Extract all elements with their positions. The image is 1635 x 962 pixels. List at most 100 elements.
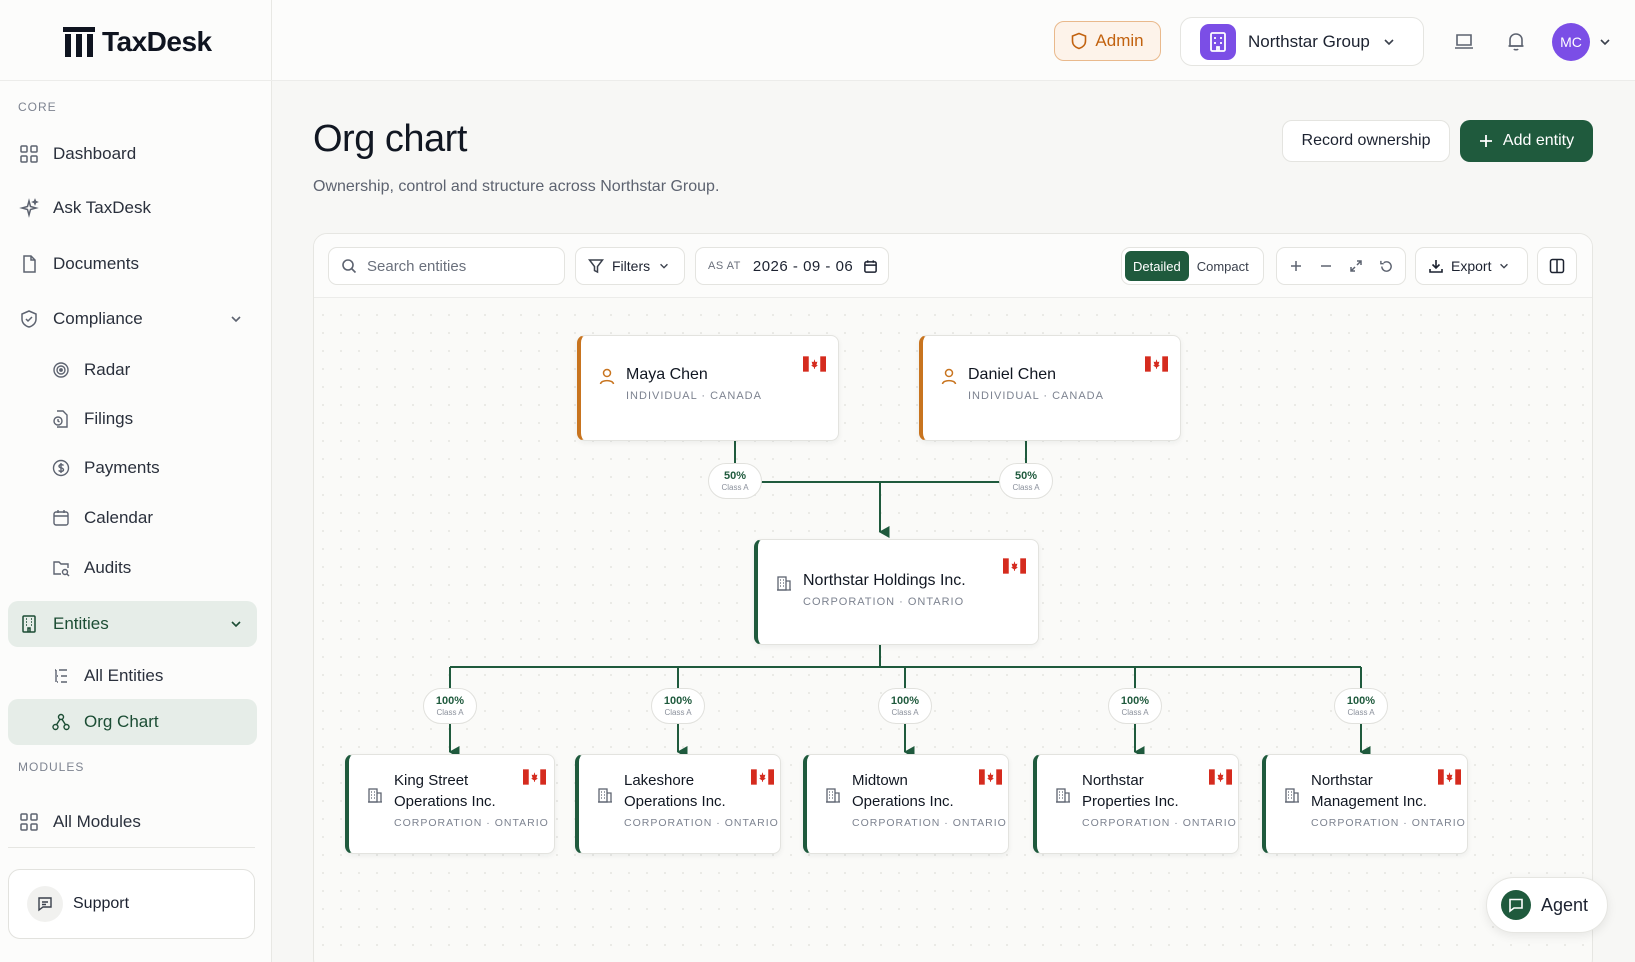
search-icon [342, 259, 357, 274]
org-chart-canvas[interactable]: Maya Chen INDIVIDUAL · CANADA Daniel Che… [314, 298, 1592, 962]
sidebar-item-label: Filings [84, 409, 134, 428]
ownership-badge[interactable]: 50% Class A [999, 463, 1053, 499]
grid-icon [20, 813, 38, 831]
toggle-side-panel-button[interactable] [1537, 247, 1577, 285]
ownership-percent: 100% [1346, 694, 1376, 707]
ownership-percent: 50% [723, 469, 747, 482]
zoom-in-button[interactable] [1283, 253, 1309, 279]
sidebar-item-label: Documents [53, 254, 139, 273]
sidebar-item-compliance[interactable]: Compliance [8, 296, 257, 342]
owner-node-daniel-chen[interactable]: Daniel Chen INDIVIDUAL · CANADA [919, 335, 1181, 441]
org-network-icon [52, 713, 70, 731]
building-icon [1056, 788, 1070, 803]
search-input[interactable] [367, 257, 547, 275]
sidebar-item-radar[interactable]: Radar [8, 347, 257, 393]
building-icon [777, 576, 791, 591]
ownership-badge[interactable]: 50% Class A [708, 463, 762, 499]
zoom-out-button[interactable] [1313, 253, 1339, 279]
add-entity-label: Add entity [1502, 132, 1575, 149]
sidebar-item-label: Dashboard [53, 144, 137, 163]
entity-name-line1: Midtown [852, 772, 908, 789]
building-icon [1285, 788, 1299, 803]
sidebar-item-payments[interactable]: Payments [8, 445, 257, 491]
record-ownership-button[interactable]: Record ownership [1282, 120, 1450, 162]
agent-button[interactable]: Agent [1486, 877, 1608, 933]
calendar-icon [864, 259, 878, 273]
chevron-down-icon [660, 263, 669, 269]
ownership-percent: 100% [1120, 694, 1150, 707]
add-entity-button[interactable]: Add entity [1460, 120, 1593, 162]
user-avatar[interactable]: MC [1552, 23, 1590, 61]
sidebar-item-all-modules[interactable]: All Modules [8, 799, 257, 845]
subsidiary-node-northstar-management[interactable]: Northstar Management Inc. CORPORATION · … [1262, 754, 1468, 854]
chevron-down-icon [231, 316, 241, 323]
bell-icon[interactable] [1505, 30, 1527, 52]
chevron-down-icon[interactable] [1598, 35, 1612, 49]
ownership-badge[interactable]: 100% Class A [651, 688, 705, 724]
page-subtitle: Ownership, control and structure across … [313, 178, 720, 195]
plus-icon [1291, 261, 1301, 271]
building-icon [368, 788, 382, 803]
sidebar-item-label: Org Chart [84, 712, 159, 731]
filters-button[interactable]: Filters [575, 247, 685, 285]
org-chart-panel: Filters AS AT 2026 - 09 - 06 Detailed Co… [313, 233, 1593, 962]
fit-view-button[interactable] [1343, 253, 1369, 279]
chevron-down-icon [1500, 263, 1509, 269]
owner-node-maya-chen[interactable]: Maya Chen INDIVIDUAL · CANADA [577, 335, 839, 441]
support-button[interactable]: Support [8, 869, 255, 939]
sidebar-item-entities[interactable]: Entities [8, 601, 257, 647]
sidebar-item-documents[interactable]: Documents [8, 241, 257, 287]
sidebar-item-dashboard[interactable]: Dashboard [8, 131, 257, 177]
export-button[interactable]: Export [1415, 247, 1528, 285]
sidebar: TaxDesk CORE Dashboard Ask TaxDesk Docum… [0, 0, 272, 962]
app-name: TaxDesk [102, 26, 212, 57]
as-at-label: AS AT [708, 260, 741, 272]
sidebar-item-ask-taxdesk[interactable]: Ask TaxDesk [8, 185, 257, 231]
view-detailed-button[interactable]: Detailed [1125, 251, 1189, 281]
inbox-icon[interactable] [1453, 30, 1475, 52]
view-compact-button[interactable]: Compact [1189, 251, 1257, 281]
sidebar-item-filings[interactable]: Filings [8, 396, 257, 442]
subsidiary-node-northstar-properties[interactable]: Northstar Properties Inc. CORPORATION · … [1033, 754, 1239, 854]
agent-label: Agent [1541, 894, 1589, 915]
shield-check-icon [21, 310, 37, 328]
minus-icon [1321, 265, 1331, 267]
app-logo[interactable]: TaxDesk [62, 22, 212, 62]
ownership-percent: 100% [435, 694, 465, 707]
subsidiary-node-lakeshore[interactable]: Lakeshore Operations Inc. CORPORATION · … [575, 754, 781, 854]
entity-meta: INDIVIDUAL · CANADA [968, 390, 1104, 402]
plus-icon [1479, 135, 1492, 147]
share-class: Class A [1121, 707, 1149, 717]
entity-name: Daniel Chen [968, 366, 1057, 383]
document-icon [23, 255, 36, 273]
sidebar-item-all-entities[interactable]: All Entities [8, 653, 257, 699]
as-at-date-picker[interactable]: AS AT 2026 - 09 - 06 [695, 247, 889, 285]
folder-search-icon [53, 561, 70, 577]
building-icon [22, 615, 36, 633]
grid-icon [20, 145, 38, 163]
sidebar-item-calendar[interactable]: Calendar [8, 495, 257, 541]
search-box[interactable] [328, 247, 565, 285]
subsidiary-node-midtown[interactable]: Midtown Operations Inc. CORPORATION · ON… [803, 754, 1009, 854]
share-class: Class A [721, 482, 749, 492]
entity-name-line2: Operations Inc. [394, 793, 496, 810]
chart-toolbar: Filters AS AT 2026 - 09 - 06 Detailed Co… [314, 234, 1592, 298]
organization-switcher[interactable]: Northstar Group [1180, 17, 1424, 66]
ownership-badge[interactable]: 100% Class A [1108, 688, 1162, 724]
holding-node-northstar-holdings[interactable]: Northstar Holdings Inc. CORPORATION · ON… [754, 539, 1039, 645]
subsidiary-node-king-street[interactable]: King Street Operations Inc. CORPORATION … [345, 754, 555, 854]
entity-name-line1: Northstar [1311, 772, 1373, 789]
admin-button[interactable]: Admin [1054, 21, 1161, 61]
ownership-badge[interactable]: 100% Class A [1334, 688, 1388, 724]
reset-view-button[interactable] [1373, 253, 1399, 279]
sidebar-item-audits[interactable]: Audits [8, 545, 257, 591]
entity-meta: CORPORATION · ONTARIO [624, 817, 779, 829]
filters-label: Filters [612, 258, 651, 274]
canada-flag-icon [803, 356, 826, 372]
ownership-badge[interactable]: 100% Class A [878, 688, 932, 724]
sidebar-item-label: Audits [84, 558, 132, 577]
view-mode-toggle: Detailed Compact [1121, 247, 1264, 285]
sidebar-item-org-chart[interactable]: Org Chart [8, 699, 257, 745]
entity-meta: CORPORATION · ONTARIO [1311, 817, 1466, 829]
ownership-badge[interactable]: 100% Class A [423, 688, 477, 724]
